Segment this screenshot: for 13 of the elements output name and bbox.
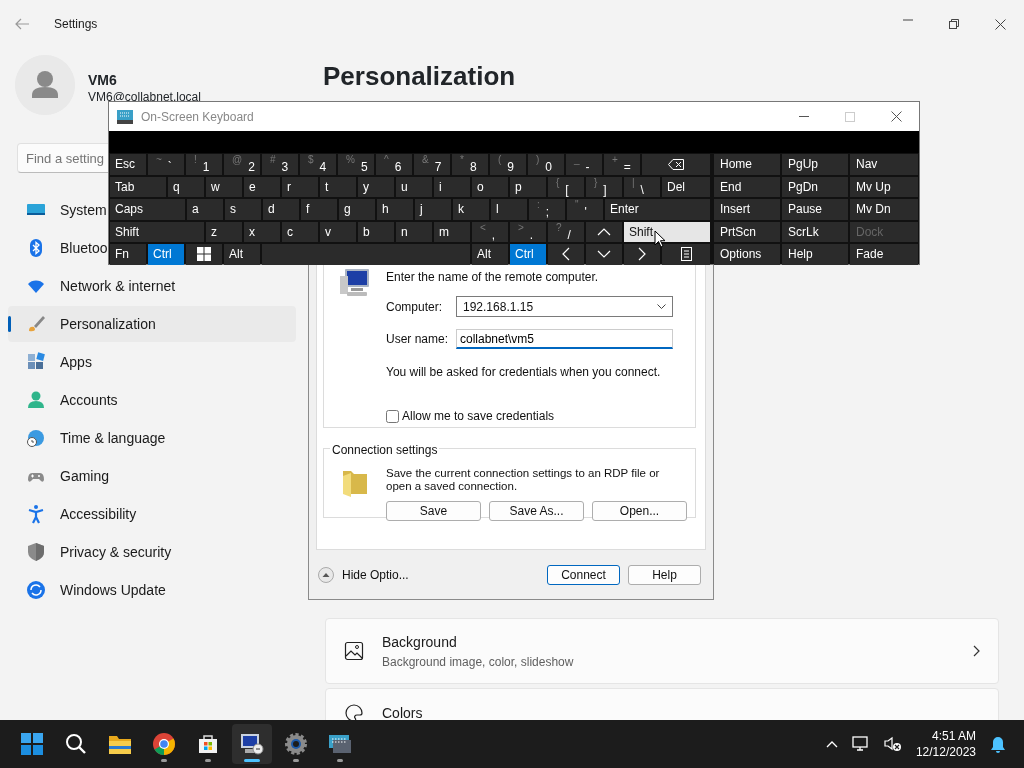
info-text: You will be asked for credentials when you connect. [386, 364, 662, 381]
page-title: Personalization [323, 60, 517, 92]
field-label: User name: [386, 331, 450, 348]
window-title: On-Screen Keyboard [141, 108, 254, 126]
window-title: Settings [54, 16, 98, 33]
description-text: Save the current connection settings to an RDP file or open a saved connection. [386, 467, 661, 493]
field-label: Computer: [386, 298, 444, 316]
card-subtitle: Background image, color, slideshow [382, 653, 574, 671]
account-name: VM6 [88, 71, 118, 90]
account-email: VM6@collabnet.local [88, 91, 201, 104]
card-title: Background [382, 632, 458, 652]
prompt-text: Enter the name of the remote computer. [386, 269, 600, 286]
card-title: Colors [382, 704, 423, 720]
